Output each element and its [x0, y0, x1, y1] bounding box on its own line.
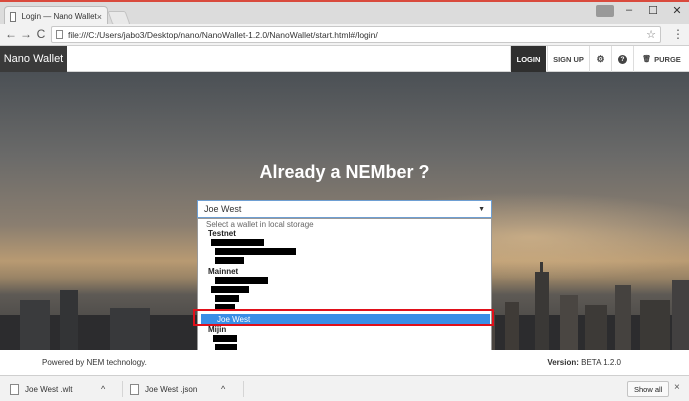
wallet-select[interactable]: Joe West ▼: [197, 200, 492, 218]
back-icon[interactable]: ←: [4, 27, 18, 41]
app-navbar: Nano Wallet LOGIN SIGN UP ⚙ ? 🗑 PURGE: [0, 46, 689, 72]
download-item-json[interactable]: Joe West .json ^: [130, 379, 225, 399]
file-icon: [130, 383, 139, 395]
trash-icon: 🗑: [642, 56, 652, 63]
minimize-button[interactable]: –: [618, 4, 640, 16]
wallet-select-value: Joe West: [204, 204, 242, 214]
download-filename: Joe West .wlt: [25, 384, 73, 394]
purge-label: PURGE: [654, 54, 681, 64]
redacted-wallet[interactable]: [215, 295, 239, 302]
group-testnet: Testnet: [208, 229, 236, 238]
download-shelf: Joe West .wlt ^ Joe West .json ^ Show al…: [0, 375, 689, 401]
forward-icon[interactable]: →: [19, 27, 33, 41]
wallet-dropdown-list: Select a wallet in local storage Testnet…: [197, 218, 492, 352]
redacted-wallet[interactable]: [215, 248, 296, 255]
page-footer: Powered by NEM technology. Version: BETA…: [0, 350, 689, 375]
group-mainnet: Mainnet: [208, 267, 239, 276]
highlight-selected-wallet: [193, 309, 494, 326]
maximize-button[interactable]: ☐: [642, 4, 664, 17]
version-label: Version:: [547, 358, 579, 367]
address-bar[interactable]: ☆: [51, 26, 661, 43]
help-icon[interactable]: ?: [611, 46, 633, 72]
caret-down-icon: ▼: [478, 205, 485, 213]
tab-close-icon[interactable]: ×: [97, 12, 102, 22]
browser-toolbar: ← → C ☆ ⋮: [0, 24, 689, 46]
chevron-up-icon[interactable]: ^: [101, 384, 105, 394]
page-title: Already a NEMber ?: [259, 162, 430, 182]
tab-title: Login — Nano Wallet: [21, 12, 97, 21]
bookmark-star-icon[interactable]: ☆: [646, 28, 656, 41]
version-value: BETA 1.2.0: [581, 358, 621, 367]
redacted-wallet[interactable]: [215, 277, 268, 284]
browser-menu-icon[interactable]: ⋮: [672, 27, 684, 41]
close-window-button[interactable]: ✕: [666, 4, 688, 17]
divider: [243, 381, 244, 397]
redacted-wallet[interactable]: [211, 286, 249, 293]
nav-purge[interactable]: 🗑 PURGE: [633, 46, 689, 72]
version-text: Version: BETA 1.2.0: [547, 358, 621, 367]
redacted-wallet[interactable]: [213, 335, 237, 342]
divider: [122, 381, 123, 397]
download-filename: Joe West .json: [145, 384, 198, 394]
show-all-button[interactable]: Show all: [627, 381, 670, 397]
browser-tab[interactable]: Login — Nano Wallet ×: [4, 6, 108, 26]
reload-icon[interactable]: C: [34, 27, 48, 41]
nav-login[interactable]: LOGIN: [510, 46, 546, 72]
browser-titlebar: Login — Nano Wallet × – ☐ ✕: [0, 0, 689, 26]
brand-logo[interactable]: Nano Wallet: [0, 46, 67, 72]
redacted-wallet[interactable]: [215, 257, 244, 264]
file-icon: [10, 383, 19, 395]
file-icon: [56, 30, 63, 39]
close-shelf-icon[interactable]: ×: [674, 382, 680, 393]
powered-by-text: Powered by NEM technology.: [42, 358, 147, 367]
url-input[interactable]: [68, 29, 628, 40]
download-item-wlt[interactable]: Joe West .wlt ^: [10, 379, 105, 399]
help-icon-glyph: ?: [618, 54, 627, 64]
page-icon: [10, 11, 17, 22]
settings-gear-icon[interactable]: ⚙: [589, 46, 611, 72]
chevron-up-icon[interactable]: ^: [221, 384, 225, 394]
nav-signup[interactable]: SIGN UP: [547, 46, 589, 72]
redacted-wallet[interactable]: [211, 239, 264, 246]
profile-icon[interactable]: [596, 5, 614, 17]
new-tab-button[interactable]: [107, 11, 131, 25]
